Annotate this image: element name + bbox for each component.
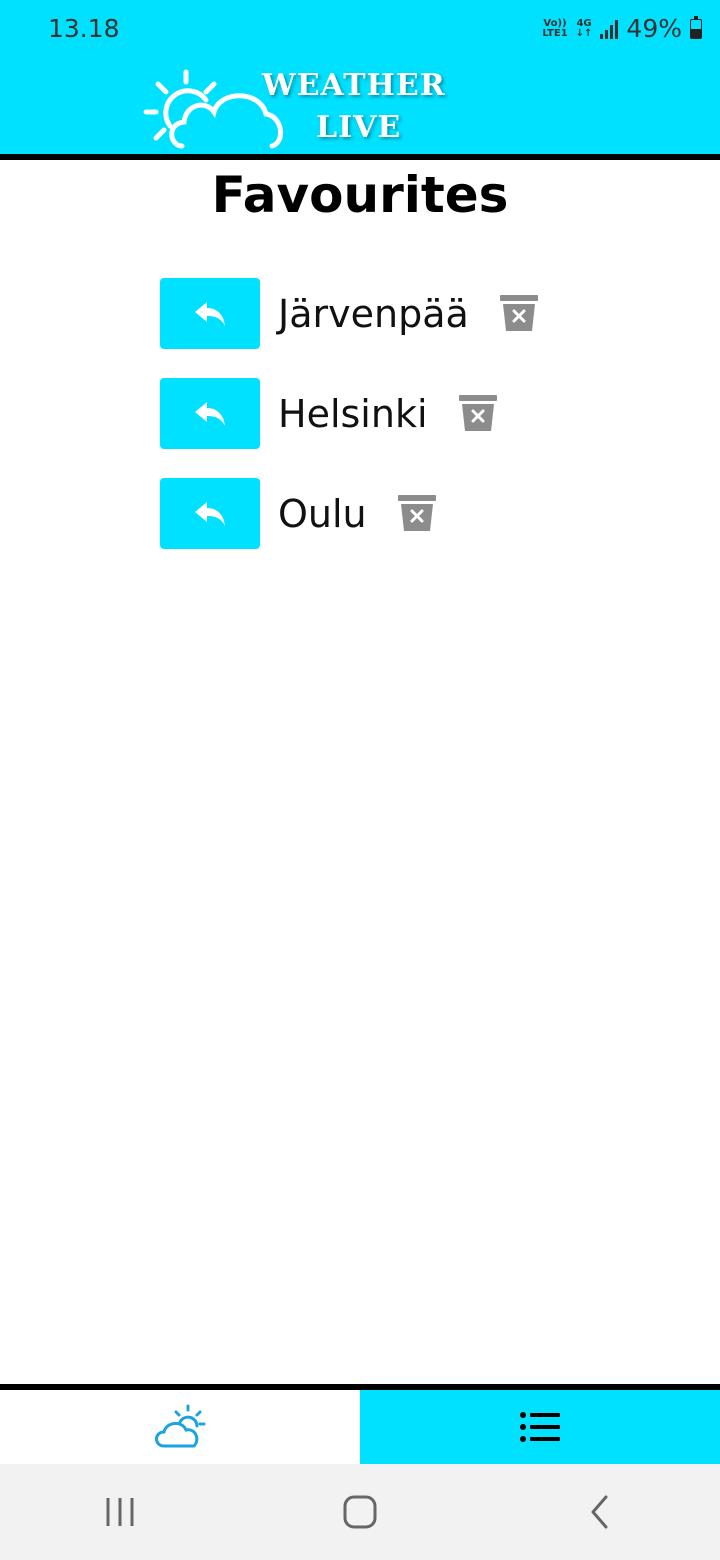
home-button[interactable] (320, 1482, 400, 1542)
open-favourite-button[interactable] (160, 278, 260, 349)
delete-favourite-button[interactable] (499, 294, 539, 334)
header-divider (0, 154, 720, 160)
trash-icon (499, 294, 538, 331)
trash-icon (397, 494, 436, 531)
favourite-item: Oulu (160, 478, 437, 549)
page-title: Favourites (211, 166, 509, 224)
home-icon (343, 1495, 377, 1529)
open-favourite-button[interactable] (160, 478, 260, 549)
back-button[interactable] (560, 1482, 640, 1542)
volte-indicator: Vo)) LTE1 (542, 17, 568, 39)
list-icon (520, 1412, 560, 1442)
reply-arrow-icon (195, 401, 225, 426)
system-navigation (0, 1464, 720, 1560)
reply-arrow-icon (195, 301, 225, 326)
delete-favourite-button[interactable] (397, 494, 437, 534)
status-icons: Vo)) LTE1 4G ↓↑ 49% (542, 14, 702, 43)
tab-weather[interactable] (0, 1390, 360, 1464)
delete-favourite-button[interactable] (458, 394, 498, 434)
logo-title-line1: WEATHER (262, 68, 446, 103)
open-favourite-button[interactable] (160, 378, 260, 449)
reply-arrow-icon (195, 501, 225, 526)
favourite-name: Helsinki (278, 391, 428, 436)
app-logo: WEATHER LIVE (140, 64, 480, 150)
favourite-item: Järvenpää (160, 278, 539, 349)
tab-favourites[interactable] (360, 1390, 720, 1464)
battery-percent: 49% (626, 14, 682, 43)
favourite-name: Järvenpää (278, 291, 469, 336)
recent-apps-button[interactable] (80, 1482, 160, 1542)
signal-icon (600, 19, 619, 39)
recent-apps-icon (106, 1498, 134, 1526)
battery-icon (690, 15, 702, 39)
favourite-name: Oulu (278, 491, 367, 536)
network-indicator: 4G ↓↑ (575, 17, 593, 39)
app-header: 13.18 Vo)) LTE1 4G ↓↑ 49% WEATHER LIVE (0, 0, 720, 154)
bottom-tabbar (0, 1390, 720, 1464)
status-time: 13.18 (48, 14, 120, 43)
trash-icon (458, 394, 497, 431)
back-icon (591, 1495, 608, 1529)
favourite-item: Helsinki (160, 378, 498, 449)
logo-title-line2: LIVE (316, 110, 402, 145)
cloud-sun-icon (155, 1404, 206, 1448)
